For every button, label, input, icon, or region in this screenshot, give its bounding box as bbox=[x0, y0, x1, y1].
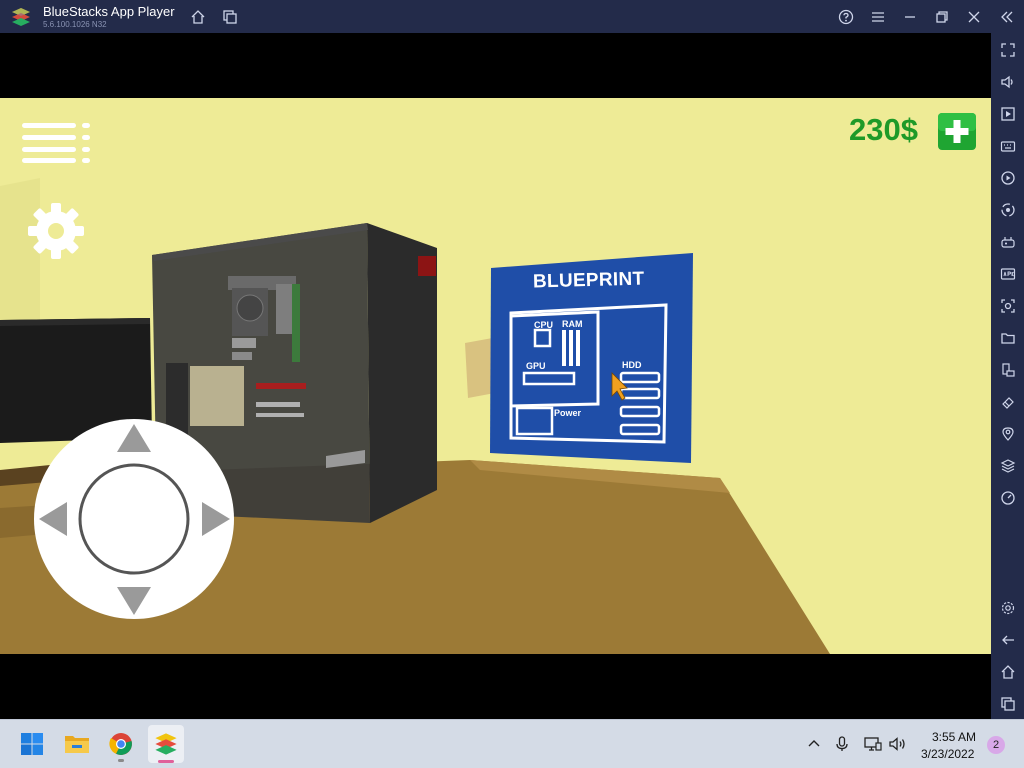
folder-button[interactable] bbox=[996, 326, 1019, 349]
help-icon bbox=[838, 9, 854, 25]
minimize-button[interactable] bbox=[899, 6, 921, 28]
blueprint-title: BLUEPRINT bbox=[532, 268, 645, 293]
chrome-running-indicator bbox=[118, 759, 124, 762]
title-bar: BlueStacks App Player 5.6.100.1026 N32 bbox=[0, 0, 1024, 33]
home-button[interactable] bbox=[187, 6, 209, 28]
app-version: 5.6.100.1026 N32 bbox=[43, 20, 107, 29]
bluestacks-taskbar-button[interactable] bbox=[148, 725, 184, 763]
screenshot-icon bbox=[1000, 298, 1015, 313]
menu-icon[interactable] bbox=[22, 123, 92, 163]
taskbar: 3:55 AM 3/23/2022 2 bbox=[0, 719, 1024, 768]
start-button[interactable] bbox=[16, 728, 48, 760]
right-sidebar bbox=[991, 33, 1024, 719]
layers-icon bbox=[1000, 458, 1015, 473]
menu-icon bbox=[872, 12, 884, 22]
blueprint-gpu-label: GPU bbox=[526, 361, 546, 371]
home-icon bbox=[191, 10, 205, 24]
eraser-button[interactable] bbox=[996, 390, 1019, 413]
record-button[interactable] bbox=[996, 166, 1019, 189]
clock-date[interactable]: 3/23/2022 bbox=[921, 747, 974, 761]
eco-mode-button[interactable] bbox=[996, 486, 1019, 509]
rotate-button[interactable] bbox=[996, 358, 1019, 381]
folder-icon bbox=[1000, 332, 1015, 344]
eraser-icon bbox=[1001, 396, 1014, 409]
recent-apps-button[interactable] bbox=[996, 692, 1019, 715]
fullscreen-icon bbox=[1000, 42, 1015, 57]
microphone-button[interactable] bbox=[832, 734, 852, 754]
network-icon bbox=[864, 737, 882, 751]
android-home-button[interactable] bbox=[996, 660, 1019, 683]
show-hidden-icons-button[interactable] bbox=[804, 734, 824, 754]
window-title: BlueStacks App Player bbox=[43, 4, 175, 19]
eco-mode-icon bbox=[1000, 490, 1015, 505]
minimize-icon bbox=[905, 16, 915, 18]
settings-gear-icon[interactable] bbox=[26, 201, 86, 261]
close-icon bbox=[968, 11, 980, 23]
settings-button[interactable] bbox=[996, 596, 1019, 619]
collapse-sidebar-button[interactable] bbox=[996, 6, 1018, 28]
apk-icon bbox=[1000, 267, 1015, 280]
bluestacks-icon bbox=[155, 733, 177, 755]
chrome-icon bbox=[109, 733, 132, 755]
recent-apps-icon bbox=[1000, 696, 1015, 711]
windows-start-icon bbox=[21, 733, 43, 755]
blueprint-power-label: Power bbox=[554, 408, 582, 418]
chevron-up-icon bbox=[808, 740, 820, 747]
keyboard-icon bbox=[1000, 140, 1015, 152]
gamepad-button[interactable] bbox=[996, 230, 1019, 253]
volume-icon bbox=[1000, 75, 1013, 88]
file-explorer-button[interactable] bbox=[61, 728, 93, 760]
joystick[interactable] bbox=[33, 418, 236, 621]
blueprint-hdd-label: HDD bbox=[622, 360, 642, 370]
media-button[interactable] bbox=[996, 102, 1019, 125]
volume-button[interactable] bbox=[996, 70, 1019, 93]
location-button[interactable] bbox=[996, 422, 1019, 445]
add-money-icon[interactable] bbox=[938, 113, 976, 150]
help-button[interactable] bbox=[835, 6, 857, 28]
speaker-icon bbox=[889, 737, 905, 751]
speaker-button[interactable] bbox=[888, 734, 908, 754]
back-icon bbox=[1001, 635, 1014, 644]
clock-time[interactable]: 3:55 AM bbox=[932, 730, 976, 744]
multi-instance-button[interactable] bbox=[219, 6, 241, 28]
rotate-icon bbox=[1001, 362, 1015, 377]
macro-button[interactable] bbox=[996, 198, 1019, 221]
bluestacks-logo-icon bbox=[12, 8, 30, 26]
settings-icon bbox=[1001, 601, 1014, 614]
android-home-icon bbox=[1001, 664, 1014, 679]
layers-button[interactable] bbox=[996, 454, 1019, 477]
back-button[interactable] bbox=[996, 628, 1019, 651]
keyboard-button[interactable] bbox=[996, 134, 1019, 157]
bluestacks-running-indicator bbox=[158, 760, 174, 763]
menu-button[interactable] bbox=[867, 6, 889, 28]
chrome-button[interactable] bbox=[105, 728, 137, 762]
blueprint-ram-label: RAM bbox=[562, 319, 583, 329]
fullscreen-button[interactable] bbox=[996, 38, 1019, 61]
notification-badge[interactable]: 2 bbox=[987, 736, 1005, 754]
blueprint-cpu-label: CPU bbox=[534, 320, 554, 330]
game-frame: BLUEPRINT CPU RAM GPU HDD Power 230$ bbox=[0, 33, 991, 719]
screenshot-button[interactable] bbox=[996, 294, 1019, 317]
restore-button[interactable] bbox=[931, 6, 953, 28]
multi-instance-icon bbox=[223, 10, 237, 24]
file-explorer-icon bbox=[65, 736, 89, 753]
record-icon bbox=[1000, 170, 1015, 185]
media-icon bbox=[1000, 106, 1015, 121]
macro-icon bbox=[1000, 202, 1015, 217]
gamepad-icon bbox=[1000, 236, 1015, 248]
close-button[interactable] bbox=[963, 6, 985, 28]
collapse-sidebar-icon bbox=[1001, 11, 1013, 23]
game-viewport[interactable]: BLUEPRINT CPU RAM GPU HDD Power 230$ bbox=[0, 98, 991, 654]
apk-button[interactable] bbox=[996, 262, 1019, 285]
restore-icon bbox=[936, 11, 948, 23]
money-counter: 230$ bbox=[849, 112, 918, 147]
microphone-icon bbox=[836, 736, 848, 751]
location-icon bbox=[1001, 426, 1014, 441]
network-button[interactable] bbox=[863, 734, 883, 754]
